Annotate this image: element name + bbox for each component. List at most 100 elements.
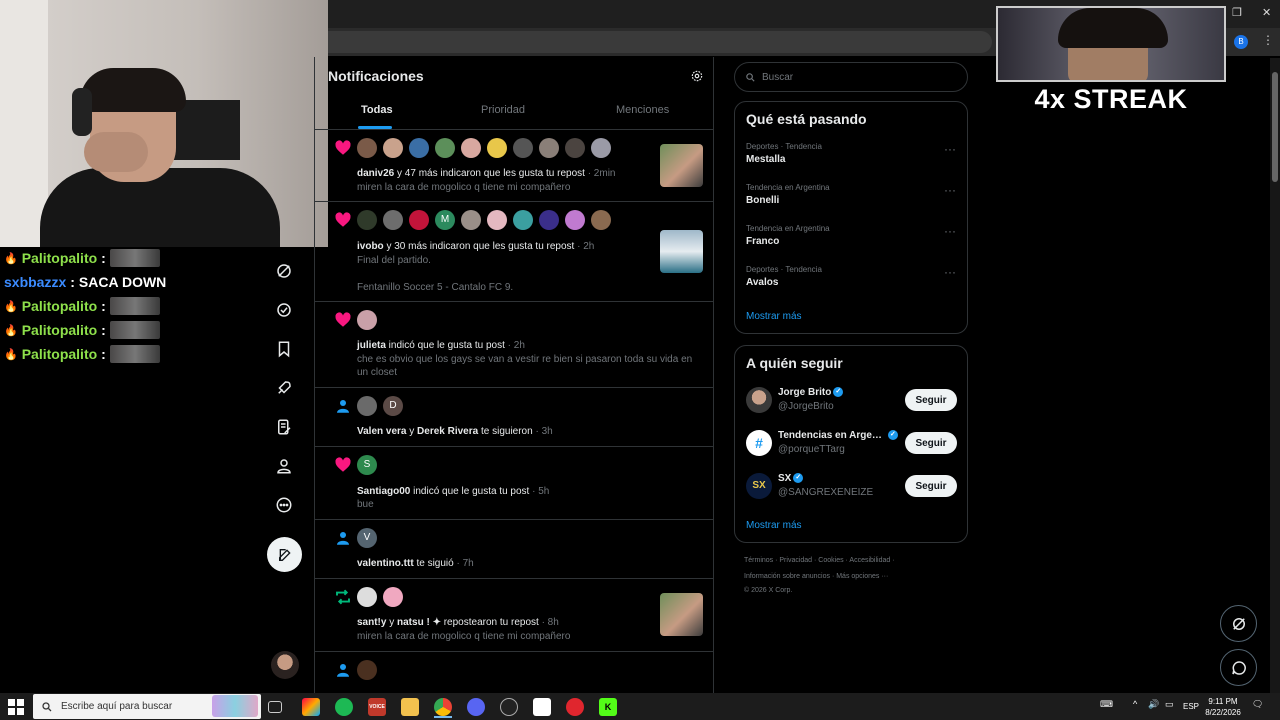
more-options-icon[interactable]: ···	[944, 224, 956, 238]
bookmark-icon[interactable]	[270, 335, 298, 363]
search-highlight-image[interactable]	[212, 695, 258, 717]
follow-show-more-link[interactable]: Mostrar más	[746, 520, 802, 531]
notification-text[interactable]: Santiago00 indicó que le gusta tu post ·…	[357, 485, 702, 498]
actor-name[interactable]: sant!y	[357, 617, 386, 628]
chrome-icon[interactable]	[434, 698, 452, 716]
settings-gear-icon[interactable]	[690, 69, 704, 83]
avatar[interactable]	[409, 210, 429, 230]
actor-name[interactable]: Valen vera	[357, 426, 406, 437]
file-explorer-icon[interactable]	[401, 698, 419, 716]
grok-button[interactable]	[1220, 605, 1257, 642]
avatar[interactable]	[383, 138, 403, 158]
avatar[interactable]	[591, 138, 611, 158]
avatar[interactable]	[513, 210, 533, 230]
avatar[interactable]	[383, 587, 403, 607]
sx-logo-avatar[interactable]: SX	[746, 473, 772, 499]
trend-item[interactable]: Deportes · Tendencia Mestalla	[746, 142, 822, 165]
avatar[interactable]	[461, 138, 481, 158]
verified-icon[interactable]	[270, 296, 298, 324]
avatar[interactable]	[746, 387, 772, 413]
post-thumbnail[interactable]	[660, 593, 703, 636]
more-options-icon[interactable]: ···	[944, 183, 956, 197]
browser-menu-icon[interactable]: ⋮	[1262, 33, 1274, 47]
follow-user-name[interactable]: Jorge Brito ✓	[778, 387, 844, 398]
messages-button[interactable]	[1220, 649, 1257, 686]
avatar[interactable]	[383, 210, 403, 230]
actor-name[interactable]: daniv26	[357, 168, 394, 179]
follow-button[interactable]: Seguir	[905, 389, 957, 411]
follow-button[interactable]: Seguir	[905, 475, 957, 497]
post-thumbnail[interactable]	[660, 144, 703, 187]
avatar[interactable]	[591, 210, 611, 230]
avatar[interactable]	[357, 138, 377, 158]
notification-text[interactable]: ivobo y 30 más indicaron que les gusta t…	[357, 240, 702, 253]
notification-text[interactable]: Valen vera y Derek Rivera te siguieron ·…	[357, 425, 702, 438]
avatar[interactable]: V	[357, 528, 377, 548]
post-thumbnail[interactable]	[660, 230, 703, 273]
volume-icon[interactable]: 🔊	[1148, 699, 1159, 710]
tab-menciones[interactable]: Menciones	[616, 104, 669, 116]
hashtag-avatar-icon[interactable]: #	[746, 430, 772, 456]
notification-text[interactable]: daniv26 y 47 más indicaron que les gusta…	[357, 167, 702, 180]
taskbar-clock[interactable]: 9:11 PM 8/22/2026	[1200, 696, 1246, 718]
rocket-icon[interactable]	[270, 374, 298, 402]
avatar[interactable]	[357, 210, 377, 230]
follow-button[interactable]: Seguir	[905, 432, 957, 454]
more-options-icon[interactable]: ···	[944, 265, 956, 279]
actor-name[interactable]: julieta	[357, 340, 386, 351]
trends-show-more-link[interactable]: Mostrar más	[746, 311, 802, 322]
avatar[interactable]	[357, 587, 377, 607]
copilot-icon[interactable]	[302, 698, 320, 716]
network-icon[interactable]: ▭	[1165, 699, 1174, 710]
trend-item[interactable]: Deportes · Tendencia Avalos	[746, 265, 822, 288]
avatar[interactable]	[461, 210, 481, 230]
voicemod-icon[interactable]: VOICE	[368, 698, 386, 716]
actor-name[interactable]: Derek Rivera	[417, 426, 478, 437]
compose-button[interactable]	[267, 537, 302, 572]
actor-name[interactable]: Santiago00	[357, 486, 410, 497]
avatar[interactable]	[435, 138, 455, 158]
spotify-icon[interactable]	[335, 698, 353, 716]
more-options-icon[interactable]: ···	[944, 142, 956, 156]
tab-prioridad[interactable]: Prioridad	[481, 104, 525, 116]
scrollbar-thumb[interactable]	[1272, 72, 1278, 182]
restore-window-icon[interactable]: ❐	[1232, 6, 1242, 19]
avatar[interactable]	[357, 310, 377, 330]
lists-icon[interactable]	[270, 413, 298, 441]
kick-icon[interactable]: K	[599, 698, 617, 716]
account-avatar[interactable]	[271, 651, 299, 679]
avatar[interactable]	[565, 210, 585, 230]
opera-icon[interactable]	[566, 698, 584, 716]
avatar[interactable]	[539, 138, 559, 158]
task-view-icon[interactable]	[268, 701, 282, 713]
actor-name[interactable]: valentino.ttt	[357, 558, 414, 569]
avatar[interactable]: S	[357, 455, 377, 475]
avatar[interactable]	[357, 396, 377, 416]
close-window-icon[interactable]: ✕	[1262, 6, 1271, 19]
trend-item[interactable]: Tendencia en Argentina Bonelli	[746, 183, 830, 206]
avatar[interactable]	[487, 138, 507, 158]
trend-item[interactable]: Tendencia en Argentina Franco	[746, 224, 830, 247]
address-bar[interactable]	[328, 31, 992, 53]
avatar[interactable]	[409, 138, 429, 158]
windows-start-icon[interactable]	[8, 699, 24, 715]
tab-todas[interactable]: Todas	[361, 104, 393, 116]
avatar[interactable]	[539, 210, 559, 230]
avatar[interactable]: M	[435, 210, 455, 230]
notification-text[interactable]: julieta indicó que le gusta tu post · 2h	[357, 339, 702, 352]
avatar[interactable]	[357, 660, 377, 680]
keyboard-icon[interactable]: ⌨	[1100, 699, 1113, 710]
footer-links[interactable]: Términos · Privacidad · Cookies · Accesi…	[744, 557, 895, 564]
actor-name[interactable]: natsu ! ✦	[397, 617, 441, 628]
follow-user-name[interactable]: Tendencias en Arge… ✓	[778, 430, 898, 441]
profile-icon[interactable]	[270, 452, 298, 480]
notifications-icon[interactable]: 🗨	[1252, 699, 1263, 710]
browser-profile-avatar[interactable]: B	[1234, 35, 1248, 49]
avatar[interactable]	[513, 138, 533, 158]
grok-icon[interactable]	[270, 257, 298, 285]
notification-text[interactable]: sant!y y natsu ! ✦ repostearon tu repost…	[357, 616, 702, 629]
avatar[interactable]	[487, 210, 507, 230]
footer-links[interactable]: Información sobre anuncios · Más opcione…	[744, 573, 888, 580]
avatar[interactable]	[565, 138, 585, 158]
avatar[interactable]: D	[383, 396, 403, 416]
